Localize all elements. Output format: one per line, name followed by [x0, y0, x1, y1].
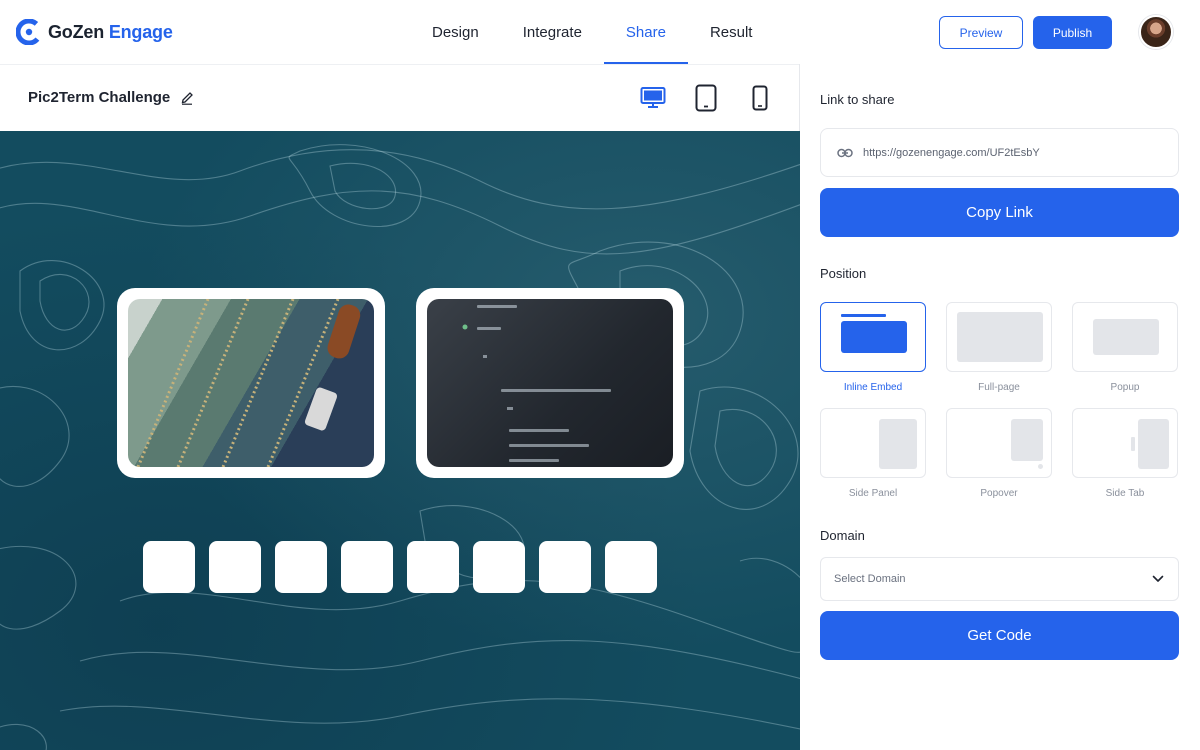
edit-icon[interactable] — [180, 89, 194, 105]
tab-design[interactable]: Design — [410, 0, 501, 64]
share-panel: Link to share https://gozenengage.com/UF… — [801, 64, 1200, 750]
side-tab-preview — [1072, 408, 1178, 478]
side-tab-handle — [1131, 437, 1135, 451]
mobile-view-button[interactable] — [745, 83, 775, 113]
popup-block — [1093, 319, 1159, 355]
tab-integrate[interactable]: Integrate — [501, 0, 604, 64]
tab-share[interactable]: Share — [603, 0, 688, 64]
position-caption: Inline Embed — [843, 382, 903, 393]
position-popover[interactable]: Popover — [946, 408, 1052, 499]
share-link-field[interactable]: https://gozenengage.com/UF2tEsbY — [820, 128, 1179, 177]
answer-image-card-1[interactable] — [117, 288, 385, 478]
position-label: Position — [820, 266, 867, 281]
project-title: Pic2Term Challenge — [28, 89, 171, 106]
code-illustration — [462, 305, 611, 462]
letter-slot[interactable] — [605, 541, 657, 593]
side-panel-preview — [820, 408, 926, 478]
link-to-share-label: Link to share — [820, 92, 895, 107]
tablet-view-button[interactable] — [691, 83, 721, 113]
inline-embed-line — [841, 314, 886, 317]
preview-toolbar: Pic2Term Challenge — [0, 64, 799, 131]
get-code-button[interactable]: Get Code — [820, 611, 1179, 660]
tablet-icon — [695, 84, 717, 112]
desktop-view-button[interactable] — [638, 83, 668, 113]
popup-preview — [1072, 302, 1178, 372]
domain-select[interactable]: Select Domain — [820, 557, 1179, 601]
gozen-logo-icon — [16, 19, 42, 45]
position-caption: Popover — [980, 488, 1018, 499]
position-side-panel[interactable]: Side Panel — [820, 408, 926, 499]
tab-result[interactable]: Result — [688, 0, 775, 64]
user-avatar[interactable] — [1139, 15, 1173, 49]
letter-slot[interactable] — [407, 541, 459, 593]
brand-name-part2: Engage — [108, 21, 173, 42]
position-full-page[interactable]: Full-page — [946, 302, 1052, 393]
position-caption: Side Tab — [1105, 488, 1145, 499]
position-popup[interactable]: Popup — [1072, 302, 1178, 393]
copy-link-button[interactable]: Copy Link — [820, 188, 1179, 237]
desktop-icon — [640, 87, 666, 108]
main-nav-tabs: Design Integrate Share Result — [410, 0, 774, 64]
answer-image-card-2[interactable] — [416, 288, 684, 478]
answer-letter-slots — [143, 541, 657, 593]
preview-button[interactable]: Preview — [939, 16, 1023, 49]
position-caption: Popup — [1110, 382, 1140, 393]
link-icon — [837, 148, 853, 157]
chevron-down-icon — [1152, 575, 1164, 582]
domain-label: Domain — [820, 528, 865, 543]
popover-dot — [1038, 464, 1043, 469]
position-caption: Side Panel — [848, 488, 898, 499]
side-panel-block — [879, 419, 917, 469]
mobile-icon — [752, 85, 768, 111]
letter-slot[interactable] — [143, 541, 195, 593]
full-page-preview — [946, 302, 1052, 372]
quiz-canvas — [0, 131, 800, 750]
position-caption: Full-page — [978, 382, 1020, 393]
preview-pane: Pic2Term Challenge — [0, 64, 800, 750]
top-header: GoZen Engage Design Integrate Share Resu… — [0, 0, 1200, 64]
brand-name-part1: GoZen — [48, 21, 104, 42]
popover-preview — [946, 408, 1052, 478]
letter-slot[interactable] — [209, 541, 261, 593]
domain-select-placeholder: Select Domain — [834, 573, 906, 585]
popover-block — [1011, 419, 1043, 461]
zipper-illustration — [136, 299, 361, 467]
brand-logo[interactable]: GoZen Engage — [16, 19, 173, 45]
inline-embed-block — [841, 321, 907, 353]
inline-embed-preview — [820, 302, 926, 372]
letter-slot[interactable] — [539, 541, 591, 593]
position-inline-embed[interactable]: Inline Embed — [820, 302, 926, 393]
letter-slot[interactable] — [275, 541, 327, 593]
code-image — [427, 299, 673, 467]
side-tab-block — [1138, 419, 1169, 469]
letter-slot[interactable] — [341, 541, 393, 593]
share-url: https://gozenengage.com/UF2tEsbY — [863, 146, 1040, 159]
letter-slot[interactable] — [473, 541, 525, 593]
full-page-block — [957, 312, 1043, 362]
publish-button[interactable]: Publish — [1033, 16, 1112, 49]
brand-name: GoZen Engage — [48, 22, 173, 43]
zipper-image — [128, 299, 374, 467]
position-side-tab[interactable]: Side Tab — [1072, 408, 1178, 499]
